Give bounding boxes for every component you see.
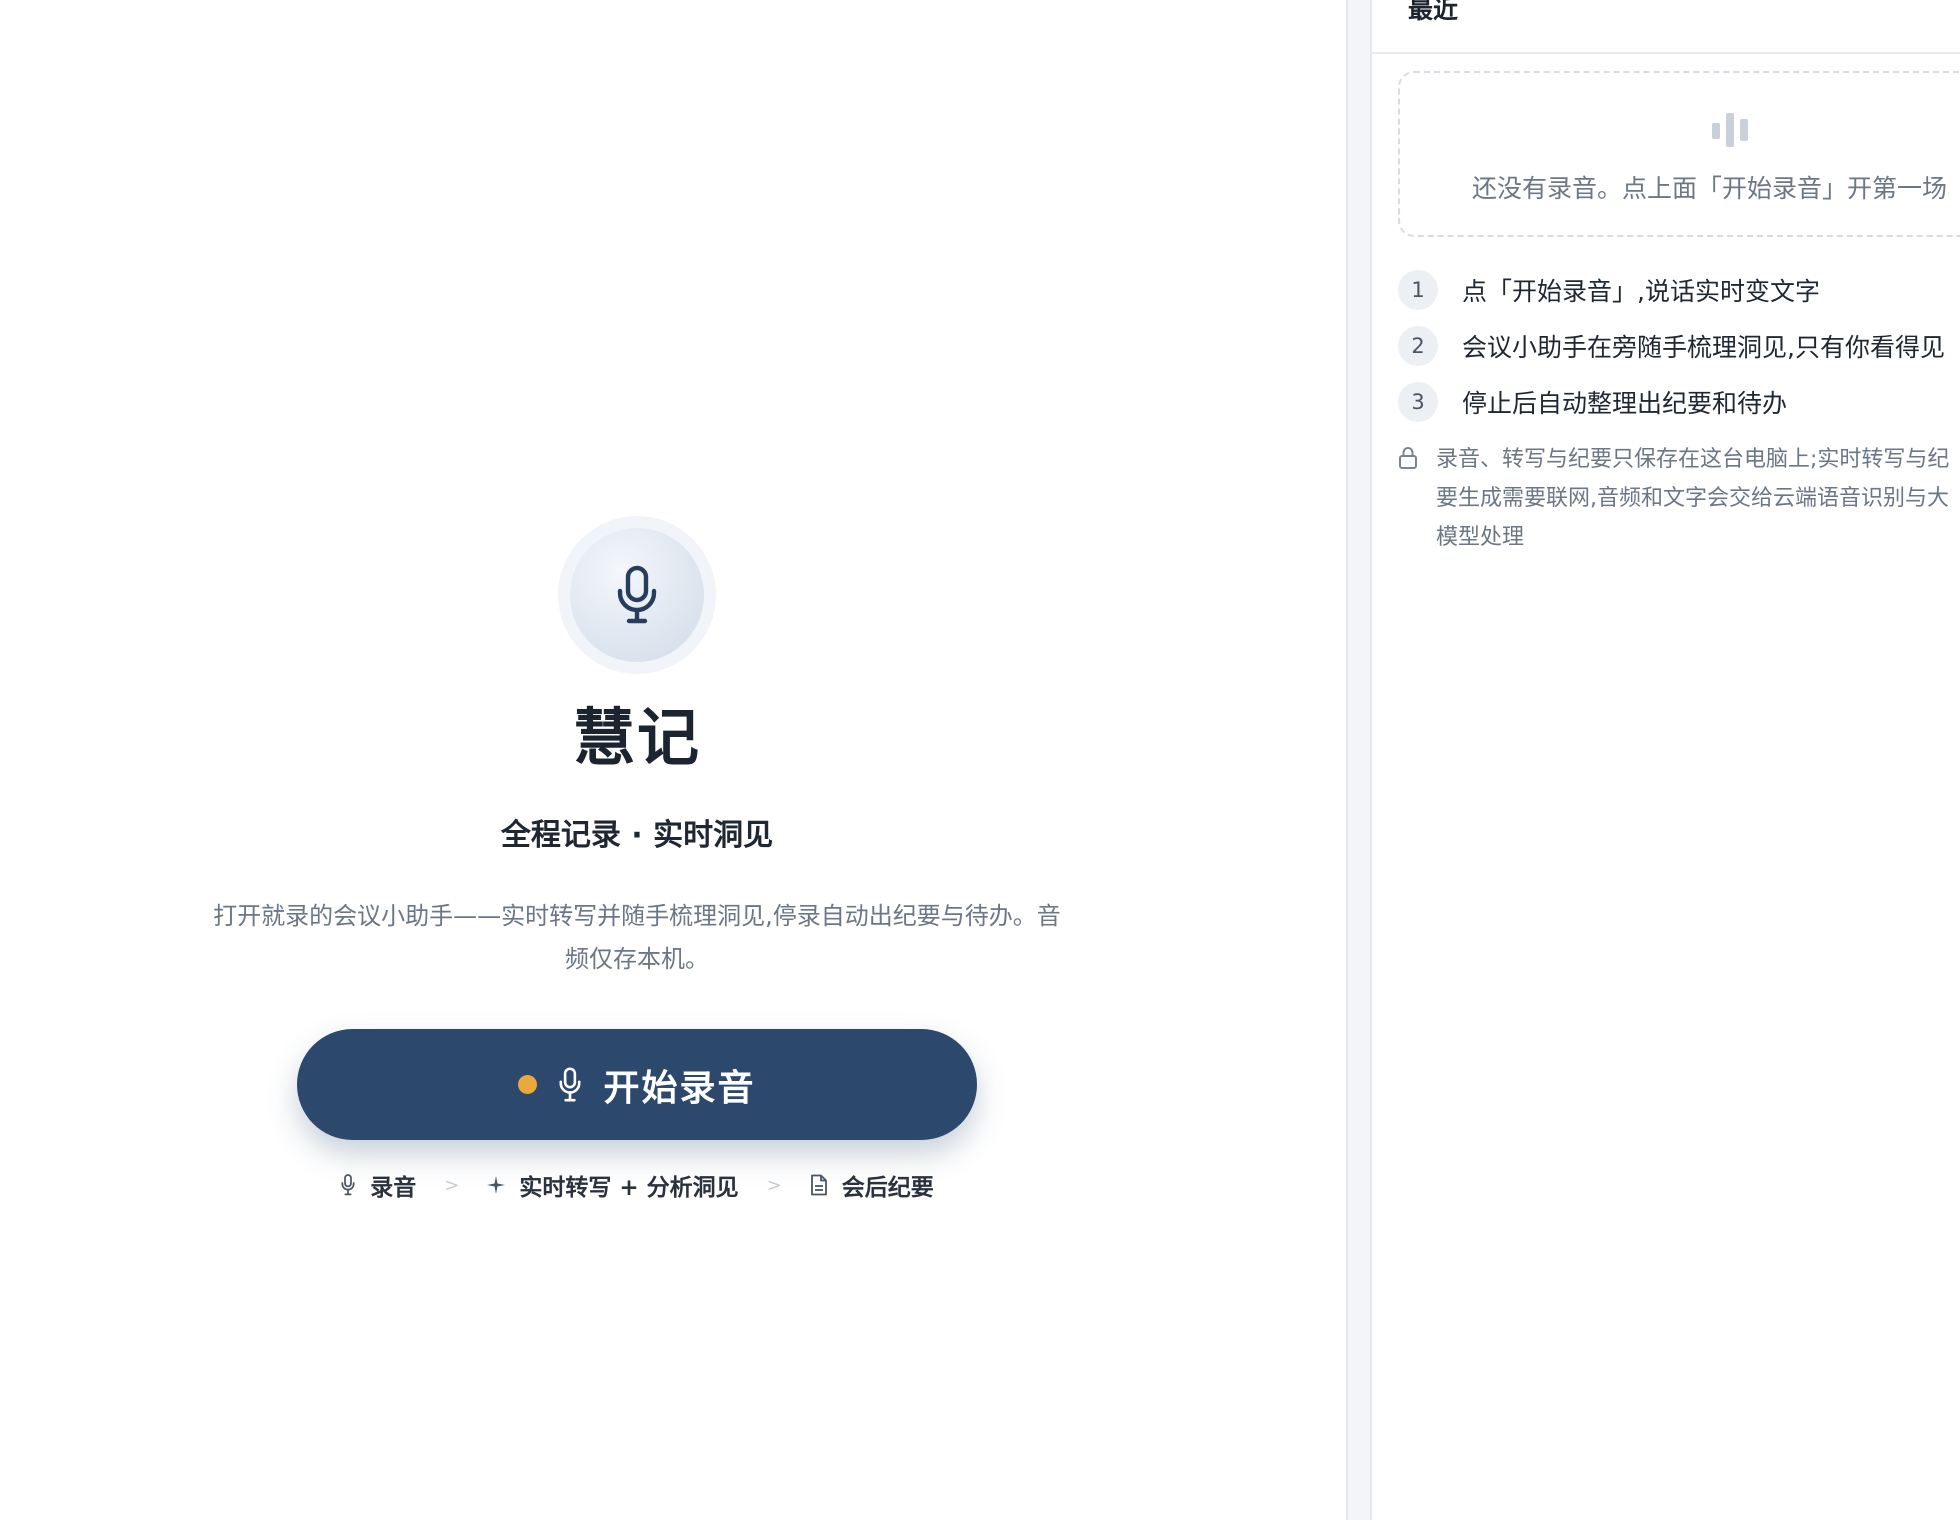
sparkle-icon bbox=[487, 1176, 506, 1194]
step-text: 会议小助手在旁随手梳理洞见,只有你看得见 bbox=[1462, 333, 1945, 362]
step-text: 停止后自动整理出纪要和待办 bbox=[1462, 389, 1788, 418]
hero-icon-ring bbox=[558, 516, 716, 674]
privacy-text: 录音、转写与纪要只保存在这台电脑上;实时转写与纪要生成需要联网,音频和文字会交给… bbox=[1436, 447, 1950, 550]
empty-recordings-card: 还没有录音。点上面「开始录音」开第一场 bbox=[1398, 71, 1960, 237]
flow-step-transcribe: 实时转写 + 分析洞见 bbox=[487, 1168, 739, 1202]
app-description: 打开就录的会议小助手——实时转写并随手梳理洞见,停录自动出纪要与待办。音频仅存本… bbox=[213, 902, 1061, 973]
mic-icon bbox=[341, 1174, 355, 1196]
start-recording-button[interactable]: 开始录音 bbox=[297, 1029, 977, 1140]
empty-state-text: 还没有录音。点上面「开始录音」开第一场 bbox=[1472, 174, 1948, 203]
guide-step: 2 会议小助手在旁随手梳理洞见,只有你看得见 bbox=[1398, 318, 1945, 374]
lock-icon bbox=[1399, 447, 1417, 469]
start-recording-label: 开始录音 bbox=[603, 1067, 756, 1109]
recent-sidebar: 最近 还没有录音。点上面「开始录音」开第一场 1 点「开始录音」,说话实时变文字… bbox=[1372, 0, 1960, 1520]
guide-step: 3 停止后自动整理出纪要和待办 bbox=[1398, 374, 1945, 430]
recording-dot-icon bbox=[518, 1075, 538, 1094]
flow-separator: > bbox=[444, 1174, 460, 1196]
app-subtitle: 全程记录 · 实时洞见 bbox=[500, 818, 774, 853]
hero-mic-icon bbox=[570, 528, 704, 662]
sidebar-header: 最近 bbox=[1372, 0, 1960, 54]
flow-step-label: 会后纪要 bbox=[841, 1175, 934, 1201]
flow-separator: > bbox=[766, 1174, 782, 1196]
guide-step: 1 点「开始录音」,说话实时变文字 bbox=[1398, 262, 1945, 318]
workflow-steps: 录音 > 实时转写 + 分析洞见 > 会后纪要 bbox=[0, 1168, 1274, 1202]
app-title: 慧记 bbox=[572, 701, 701, 774]
document-icon bbox=[810, 1174, 827, 1196]
step-number: 1 bbox=[1398, 270, 1438, 310]
flow-step-label: 录音 bbox=[370, 1175, 417, 1201]
flow-step-minutes: 会后纪要 bbox=[810, 1168, 934, 1202]
step-number: 3 bbox=[1398, 382, 1438, 422]
main-panel: 慧记 全程记录 · 实时洞见 打开就录的会议小助手——实时转写并随手梳理洞见,停… bbox=[0, 0, 1346, 1520]
app-window: 慧记 全程记录 · 实时洞见 打开就录的会议小助手——实时转写并随手梳理洞见,停… bbox=[0, 0, 1960, 1520]
flow-step-record: 录音 bbox=[340, 1168, 416, 1202]
guide-steps: 1 点「开始录音」,说话实时变文字 2 会议小助手在旁随手梳理洞见,只有你看得见… bbox=[1398, 262, 1945, 430]
sidebar-title: 最近 bbox=[1408, 0, 1459, 24]
flow-step-label: 实时转写 + 分析洞见 bbox=[519, 1175, 739, 1201]
audio-wave-icon bbox=[1712, 113, 1748, 147]
mic-icon bbox=[557, 1066, 583, 1104]
panel-resize-handle[interactable] bbox=[1346, 0, 1372, 1520]
step-text: 点「开始录音」,说话实时变文字 bbox=[1462, 277, 1820, 306]
step-number: 2 bbox=[1398, 326, 1438, 366]
privacy-notice: 录音、转写与纪要只保存在这台电脑上;实时转写与纪要生成需要联网,音频和文字会交给… bbox=[1398, 440, 1958, 557]
